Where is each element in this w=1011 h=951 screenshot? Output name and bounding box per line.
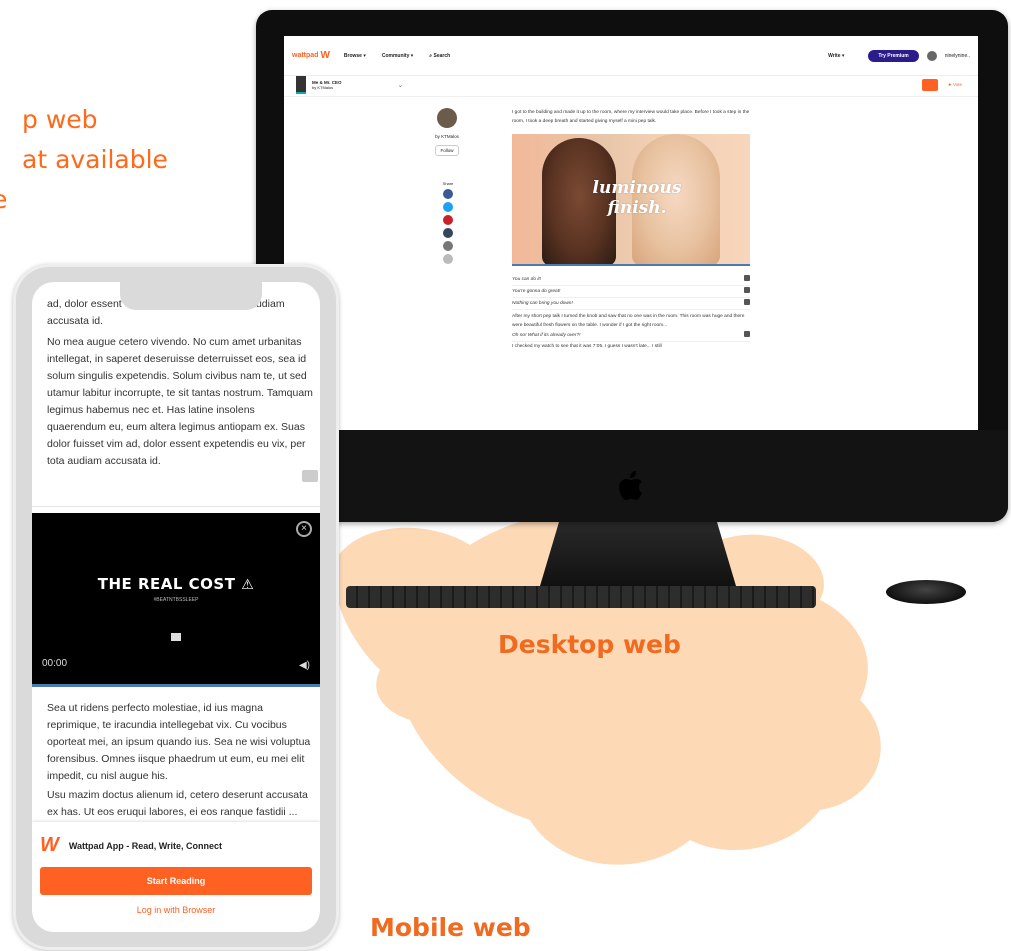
app-banner-title: Wattpad App - Read, Write, Connect xyxy=(68,840,223,851)
desktop-navbar: wattpad W Browse ▾ Community ▾ ⌕ Search W… xyxy=(284,36,978,76)
w-logo-icon: W xyxy=(320,50,330,61)
intro-line-1: p web xyxy=(22,105,98,134)
app-banner: W Wattpad App - Read, Write, Connect Sta… xyxy=(32,822,320,932)
comment-icon[interactable] xyxy=(744,299,750,305)
wattpad-logo[interactable]: wattpad W xyxy=(292,50,330,61)
story-bar: Me & Mr. CEO by KTMalos ⌄ ★ Vote xyxy=(284,73,978,97)
search-icon: ⌕ xyxy=(429,52,433,59)
story-author: by KTMalos xyxy=(312,84,334,90)
paragraph: I checked my watch to see that it was 7:… xyxy=(512,344,662,349)
start-reading-label: Start Reading xyxy=(146,876,206,886)
add-to-list-button[interactable] xyxy=(921,78,938,91)
advertisement-divider xyxy=(32,506,320,507)
apple-logo-icon xyxy=(619,471,642,500)
logo-text: wattpad xyxy=(292,52,319,59)
comment-icon[interactable] xyxy=(744,331,750,337)
wattpad-w-logo-icon: W xyxy=(40,834,59,856)
phone-frame: ad, dolor essent expetendis eu vix, per … xyxy=(13,264,339,950)
intro-line-2: at available xyxy=(22,145,168,174)
author-name[interactable]: by KTMalos xyxy=(427,134,467,139)
imac-stand xyxy=(540,520,736,586)
paragraph: Sea ut ridens perfecto molestiae, id ius… xyxy=(47,702,311,782)
chevron-down-icon[interactable]: ⌄ xyxy=(398,81,404,89)
write-menu[interactable]: Write ▾ xyxy=(828,53,844,59)
story-title[interactable]: Me & Mr. CEO xyxy=(312,80,342,85)
video-title: THE REAL COST ⚠ xyxy=(32,575,320,593)
login-with-browser-link[interactable]: Log in with Browser xyxy=(32,905,320,915)
user-menu[interactable]: ninelynine.. xyxy=(945,53,970,59)
user-avatar[interactable] xyxy=(926,50,937,61)
author-block: by KTMalos Follow xyxy=(427,108,467,162)
intro-line-3: e xyxy=(0,180,168,220)
video-ad[interactable]: × THE REAL COST ⚠ #BEATNTBSSLEEP 00:00 ◀… xyxy=(32,513,320,687)
ad-text: luminous finish. xyxy=(592,178,682,218)
desktop-screen: wattpad W Browse ▾ Community ▾ ⌕ Search W… xyxy=(284,36,978,430)
quote-row: Nothing can bring you down! xyxy=(512,298,750,310)
paragraph: No mea augue cetero vivendo. No cum amet… xyxy=(47,336,313,467)
story-meta: Me & Mr. CEO by KTMalos xyxy=(312,80,342,90)
story-cover-thumbnail[interactable] xyxy=(296,75,306,94)
author-avatar[interactable] xyxy=(437,108,457,128)
community-menu[interactable]: Community ▾ xyxy=(382,53,413,59)
phone-notch xyxy=(120,282,262,310)
more-icon[interactable] xyxy=(443,254,453,264)
intro-text: p web at available e xyxy=(0,100,168,220)
warning-icon: ⚠ xyxy=(241,577,255,593)
quote-row: You can do it! xyxy=(512,274,750,286)
try-premium-button[interactable]: Try Premium xyxy=(868,49,919,62)
pinterest-icon[interactable] xyxy=(443,215,453,225)
follow-label: Follow xyxy=(440,148,454,153)
twitter-icon[interactable] xyxy=(443,202,453,212)
app-banner-row: W Wattpad App - Read, Write, Connect xyxy=(32,822,320,867)
video-subtitle: #BEATNTBSSLEEP xyxy=(153,597,199,603)
paragraph: I got to the building and made it up to … xyxy=(512,110,750,124)
volume-icon[interactable]: ◀) xyxy=(299,660,310,671)
quote-text: You can do it! xyxy=(512,277,542,282)
vote-label: Vote xyxy=(952,81,962,87)
video-title-text: THE REAL COST xyxy=(97,575,236,593)
article-content: I got to the building and made it up to … xyxy=(512,108,750,351)
quote-text: Oh no! What if its already over?! xyxy=(512,333,581,338)
search-link[interactable]: ⌕ Search xyxy=(429,53,450,59)
facebook-icon[interactable] xyxy=(443,189,453,199)
quote-text: You're gonna do great! xyxy=(512,289,561,294)
video-time: 00:00 xyxy=(42,658,68,669)
paragraph: After my short pep talk I turned the kno… xyxy=(512,314,745,328)
browse-menu[interactable]: Browse ▾ xyxy=(344,53,366,59)
comment-icon[interactable] xyxy=(302,470,318,482)
mouse xyxy=(886,580,966,604)
mobile-caption: Mobile web xyxy=(370,913,531,942)
share-label: Share xyxy=(442,181,454,186)
close-icon[interactable]: × xyxy=(296,521,312,537)
advertisement-image[interactable]: luminous finish. xyxy=(512,134,750,266)
mobile-screen: ad, dolor essent expetendis eu vix, per … xyxy=(32,282,320,932)
video-progress-bar[interactable] xyxy=(32,684,320,687)
quote-row: You're gonna do great! xyxy=(512,286,750,298)
desktop-caption: Desktop web xyxy=(498,630,681,659)
comment-icon[interactable] xyxy=(744,275,750,281)
follow-button[interactable]: Follow xyxy=(435,145,459,156)
video-brand-icon xyxy=(171,633,181,641)
start-reading-button[interactable]: Start Reading xyxy=(40,867,312,895)
comment-icon[interactable] xyxy=(744,287,750,293)
vote-button[interactable]: ★ Vote xyxy=(948,82,962,88)
share-bar: Share xyxy=(442,181,454,264)
search-label: Search xyxy=(433,52,451,59)
tumblr-icon[interactable] xyxy=(443,228,453,238)
quote-row: Oh no! What if its already over?! xyxy=(512,330,750,342)
paragraph: Usu mazim doctus alienum id, cetero dese… xyxy=(47,789,308,818)
keyboard xyxy=(346,586,816,608)
quote-text: Nothing can bring you down! xyxy=(512,301,573,306)
link-icon[interactable] xyxy=(443,241,453,251)
